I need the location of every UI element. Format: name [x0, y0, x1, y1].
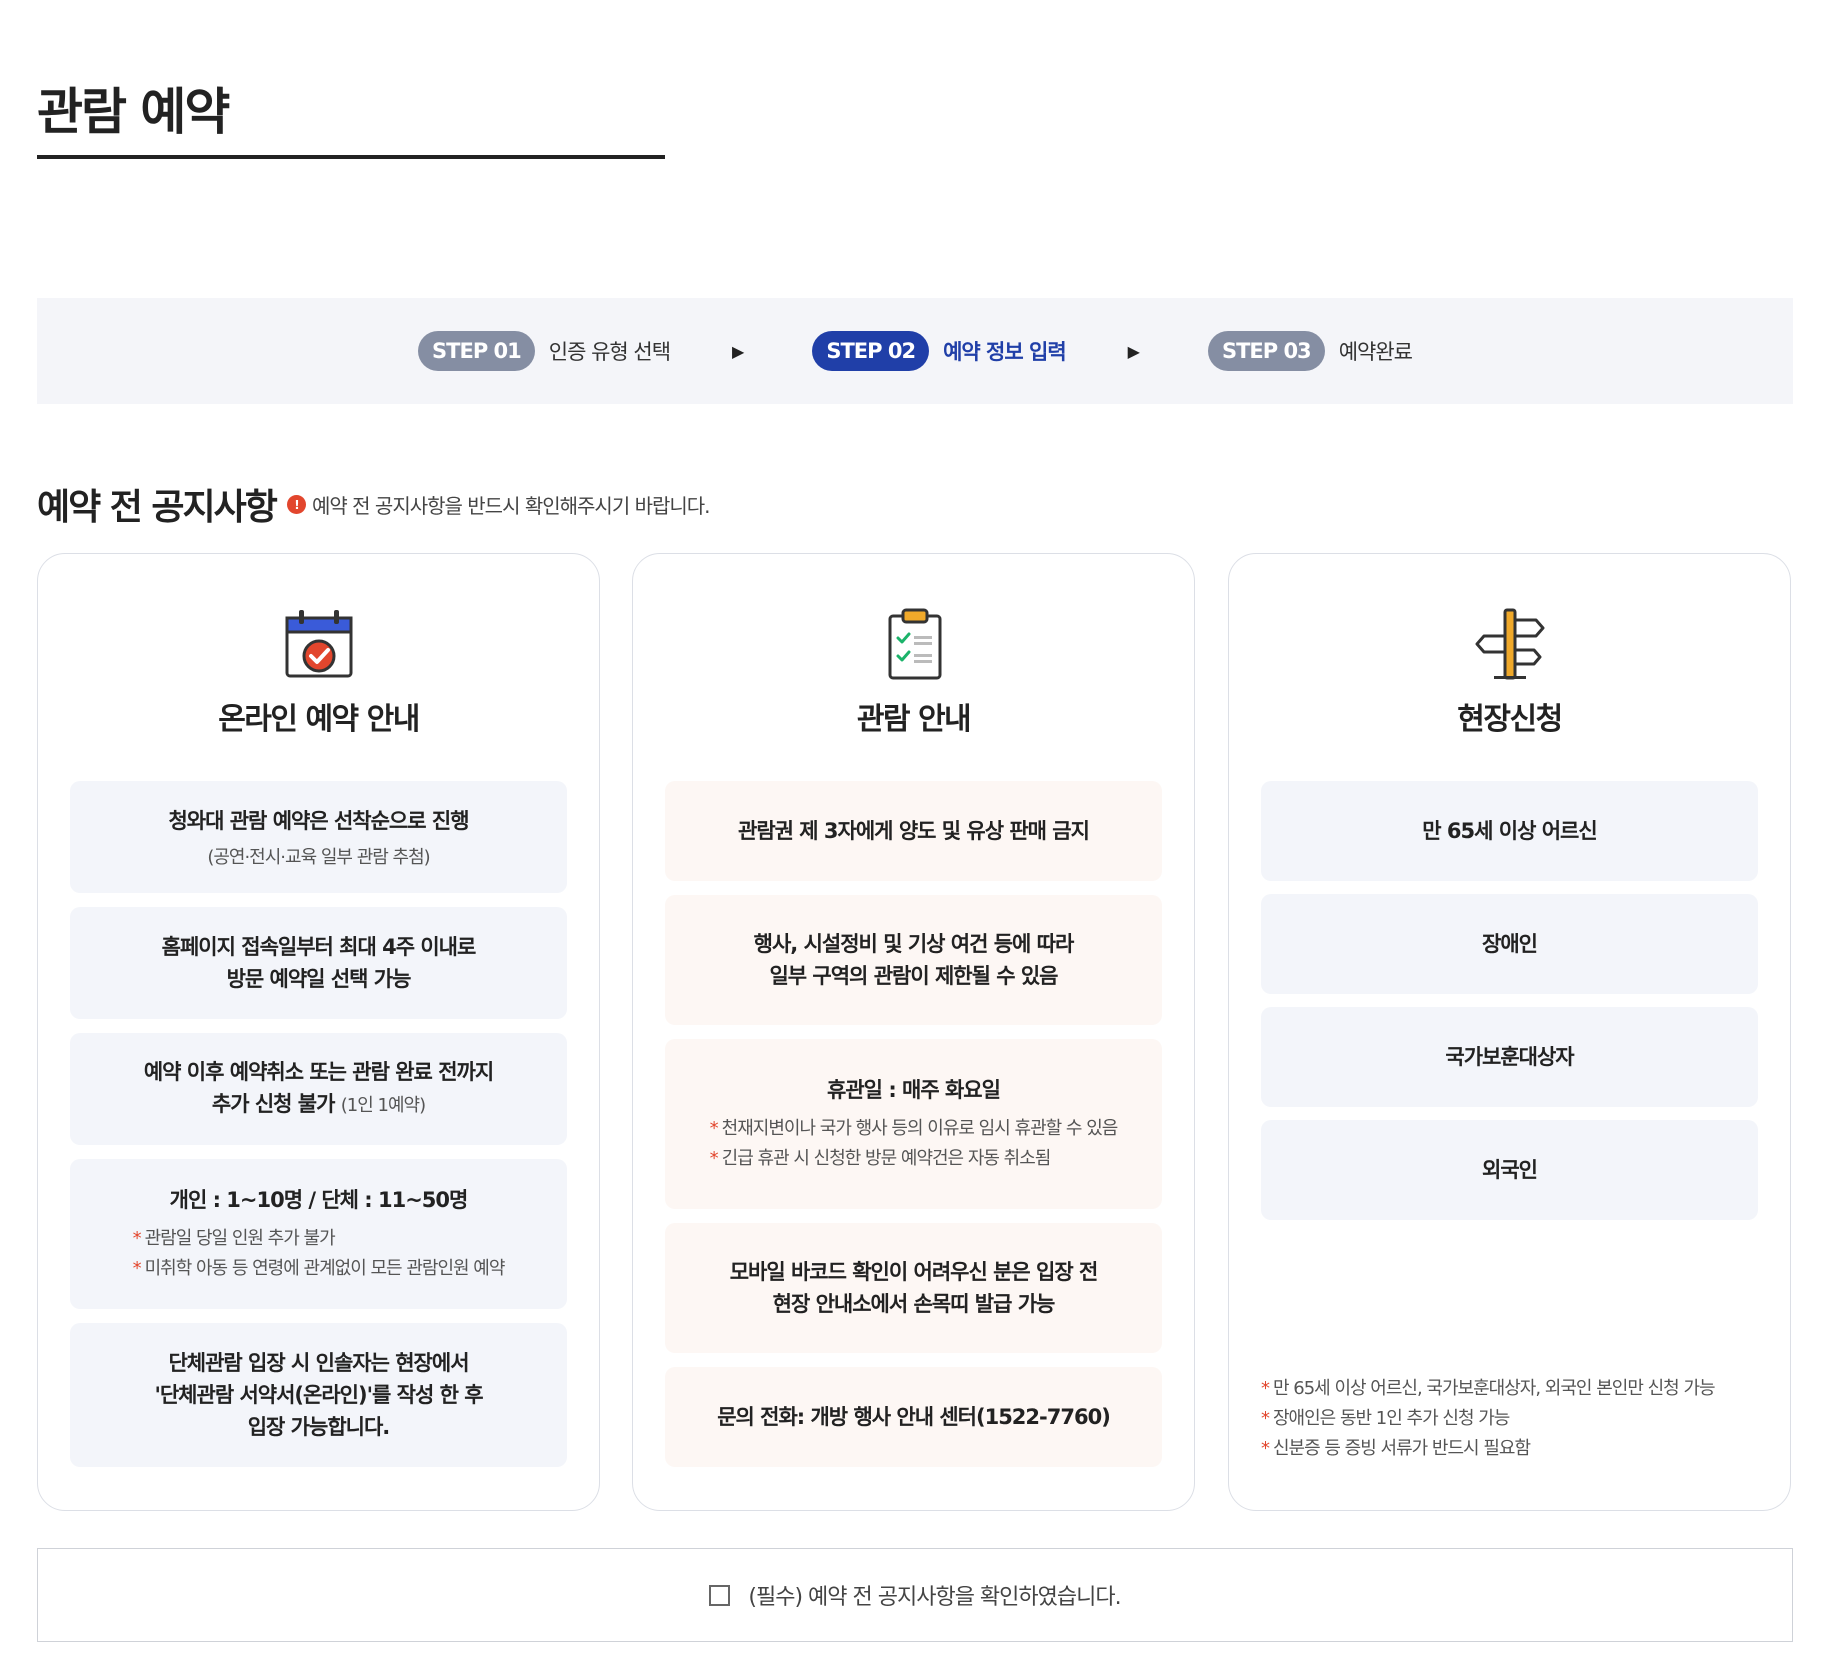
- card-2-item-2-line-1: 행사, 시설정비 및 기상 여건 등에 따라: [753, 932, 1075, 956]
- card-3-item-2-text: 장애인: [1482, 932, 1538, 956]
- reservation-stepper: STEP 01 인증 유형 선택 ▶ STEP 02 예약 정보 입력 ▶ ST…: [37, 298, 1793, 404]
- card-1-item-1-text: 청와대 관람 예약은 선착순으로 진행: [168, 809, 469, 833]
- card-2-title: 관람 안내: [856, 702, 972, 737]
- card-2-item: 휴관일 : 매주 화요일 * 천재지변이나 국가 행사 등의 이유로 임시 휴관할…: [665, 1039, 1162, 1209]
- notice-note: ! 예약 전 공지사항을 반드시 확인해주시기 바랍니다.: [287, 490, 711, 519]
- note-text: 관람일 당일 인원 추가 불가: [144, 1228, 336, 1249]
- card-2-item-4-line-1: 모바일 바코드 확인이 어려우신 분은 입장 전: [729, 1260, 1099, 1284]
- note-text: 미취학 아동 등 연령에 관계없이 모든 관람인원 예약: [144, 1258, 506, 1279]
- card-1-title: 온라인 예약 안내: [218, 702, 420, 737]
- card-3-item: 장애인: [1261, 894, 1758, 994]
- card-3-title: 현장신청: [1457, 702, 1563, 737]
- note: * 미취학 아동 등 연령에 관계없이 모든 관람인원 예약: [132, 1258, 506, 1279]
- card-2-item: 관람권 제 3자에게 양도 및 유상 판매 금지: [665, 781, 1162, 881]
- card-2-item-2-line-2: 일부 구역의 관람이 제한될 수 있음: [769, 964, 1058, 988]
- card-2-item-1-text: 관람권 제 3자에게 양도 및 유상 판매 금지: [738, 819, 1090, 843]
- card-2-item-4-line-2: 현장 안내소에서 손목띠 발급 가능: [772, 1292, 1056, 1316]
- info-icon: !: [287, 495, 306, 514]
- step-arrow-icon: ▶: [732, 341, 745, 361]
- card-1-item-2-line-2: 방문 예약일 선택 가능: [226, 967, 412, 991]
- step-1: STEP 01 인증 유형 선택: [418, 331, 671, 371]
- card-1-item-4-notes: * 관람일 당일 인원 추가 불가 * 미취학 아동 등 연령에 관계없이 모든 관…: [132, 1224, 506, 1284]
- card-1-item-3-line-2: 추가 신청 불가 (1인 1예약): [211, 1088, 426, 1122]
- signpost-icon: [1475, 608, 1544, 680]
- card-1-item: 개인 : 1~10명 / 단체 : 11~50명 * 관람일 당일 인원 추가 불…: [70, 1159, 567, 1309]
- card-3-item-4-text: 외국인: [1482, 1158, 1538, 1182]
- note-text: 긴급 휴관 시 신청한 방문 예약건은 자동 취소됨: [721, 1148, 1052, 1169]
- note: * 신분증 등 증빙 서류가 반드시 필요함: [1261, 1438, 1531, 1459]
- card-2-item-3-notes: * 천재지변이나 국가 행사 등의 이유로 임시 휴관할 수 있음 * 긴급 휴관 …: [709, 1114, 1119, 1174]
- card-3-item: 국가보훈대상자: [1261, 1007, 1758, 1107]
- card-3-item: 만 65세 이상 어르신: [1261, 781, 1758, 881]
- note-text: 신분증 등 증빙 서류가 반드시 필요함: [1273, 1438, 1531, 1459]
- card-online-reservation: 온라인 예약 안내 청와대 관람 예약은 선착순으로 진행 (공연·전시·교육 …: [37, 553, 600, 1511]
- card-3-item: 외국인: [1261, 1120, 1758, 1220]
- card-1-item: 단체관람 입장 시 인솔자는 현장에서 '단체관람 서약서(온라인)'를 작성 …: [70, 1323, 567, 1467]
- step-2: STEP 02 예약 정보 입력: [812, 331, 1067, 371]
- card-2-item-5-text: 문의 전화: 개방 행사 안내 센터(1522-7760): [717, 1405, 1111, 1429]
- step-2-label: 예약 정보 입력: [943, 340, 1067, 364]
- card-1-item-3-light: (1인 1예약): [340, 1095, 426, 1116]
- note: * 긴급 휴관 시 신청한 방문 예약건은 자동 취소됨: [709, 1148, 1052, 1169]
- card-3-item-1-text: 만 65세 이상 어르신: [1422, 819, 1597, 843]
- card-1-item-4-text: 개인 : 1~10명 / 단체 : 11~50명: [169, 1188, 469, 1212]
- note-text: 천재지변이나 국가 행사 등의 이유로 임시 휴관할 수 있음: [721, 1118, 1119, 1139]
- clipboard-checklist-icon: [888, 608, 941, 680]
- agreement-label[interactable]: (필수) 예약 전 공지사항을 확인하였습니다.: [748, 1579, 1121, 1611]
- page-title: 관람 예약: [37, 83, 230, 141]
- notice-note-text: 예약 전 공지사항을 반드시 확인해주시기 바랍니다.: [312, 494, 711, 518]
- note: * 관람일 당일 인원 추가 불가: [132, 1228, 336, 1249]
- card-2-item: 문의 전화: 개방 행사 안내 센터(1522-7760): [665, 1367, 1162, 1467]
- card-2-item: 모바일 바코드 확인이 어려우신 분은 입장 전 현장 안내소에서 손목띠 발급…: [665, 1223, 1162, 1353]
- card-2-item-3-text: 휴관일 : 매주 화요일: [827, 1078, 1001, 1102]
- card-1-item: 홈페이지 접속일부터 최대 4주 이내로 방문 예약일 선택 가능: [70, 907, 567, 1019]
- card-1-item-2-line-1: 홈페이지 접속일부터 최대 4주 이내로: [161, 935, 477, 959]
- note-text: 만 65세 이상 어르신, 국가보훈대상자, 외국인 본인만 신청 가능: [1273, 1378, 1716, 1399]
- notice-title: 예약 전 공지사항: [37, 487, 278, 528]
- card-1-item: 예약 이후 예약취소 또는 관람 완료 전까지 추가 신청 불가 (1인 1예약…: [70, 1033, 567, 1145]
- step-arrow-icon: ▶: [1127, 341, 1140, 361]
- step-2-badge: STEP 02: [812, 331, 930, 371]
- step-1-label: 인증 유형 선택: [548, 340, 671, 364]
- card-1-item: 청와대 관람 예약은 선착순으로 진행 (공연·전시·교육 일부 관람 추첨): [70, 781, 567, 893]
- step-3-label: 예약완료: [1338, 340, 1413, 364]
- card-2-item: 행사, 시설정비 및 기상 여건 등에 따라 일부 구역의 관람이 제한될 수 …: [665, 895, 1162, 1025]
- title-underline: [37, 155, 665, 159]
- note: * 장애인은 동반 1인 추가 신청 가능: [1261, 1408, 1510, 1429]
- card-1-item-3-line-2-text: 추가 신청 불가: [211, 1092, 336, 1116]
- card-onsite-application: 현장신청 만 65세 이상 어르신 장애인 국가보훈대상자 외국인 * 만 65세…: [1228, 553, 1791, 1511]
- calendar-check-icon: [285, 610, 352, 678]
- step-3: STEP 03 예약완료: [1207, 331, 1413, 371]
- card-1-item-5-line-3: 입장 가능합니다.: [247, 1415, 391, 1439]
- card-1-item-3-line-1: 예약 이후 예약취소 또는 관람 완료 전까지: [143, 1060, 494, 1084]
- agreement-checkbox[interactable]: [709, 1584, 731, 1606]
- card-3-notes: * 만 65세 이상 어르신, 국가보훈대상자, 외국인 본인만 신청 가능 * 장…: [1261, 1374, 1716, 1464]
- note: * 만 65세 이상 어르신, 국가보훈대상자, 외국인 본인만 신청 가능: [1261, 1378, 1716, 1399]
- note: * 천재지변이나 국가 행사 등의 이유로 임시 휴관할 수 있음: [709, 1118, 1119, 1139]
- step-1-badge: STEP 01: [418, 331, 535, 371]
- card-visit-guide: 관람 안내 관람권 제 3자에게 양도 및 유상 판매 금지 행사, 시설정비 …: [632, 553, 1195, 1511]
- agreement-row[interactable]: (필수) 예약 전 공지사항을 확인하였습니다.: [37, 1548, 1793, 1642]
- card-3-item-3-text: 국가보훈대상자: [1445, 1045, 1574, 1069]
- step-3-badge: STEP 03: [1207, 331, 1325, 371]
- card-1-item-1-sub: (공연·전시·교육 일부 관람 추첨): [207, 847, 430, 868]
- note-text: 장애인은 동반 1인 추가 신청 가능: [1273, 1408, 1510, 1429]
- card-1-item-5-line-1: 단체관람 입장 시 인솔자는 현장에서: [168, 1351, 469, 1375]
- card-1-item-5-line-2: '단체관람 서약서(온라인)'를 작성 한 후: [154, 1383, 483, 1407]
